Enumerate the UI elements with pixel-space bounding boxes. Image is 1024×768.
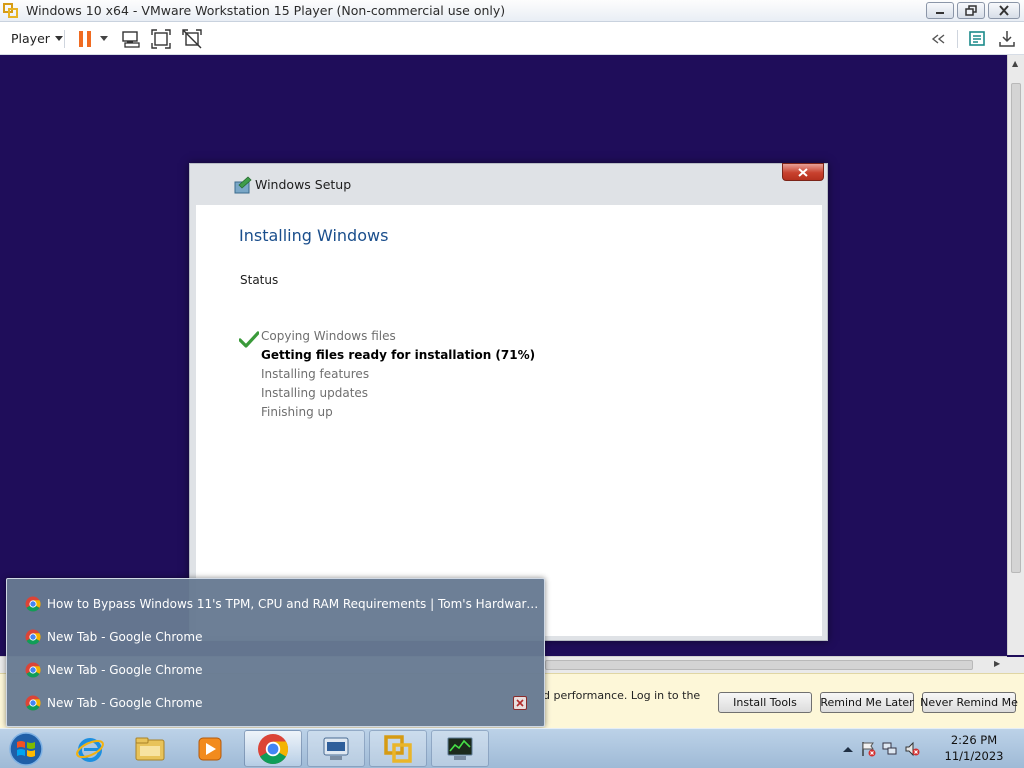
on-screen-keyboard-icon [323, 737, 349, 760]
unity-button[interactable] [182, 29, 202, 49]
chrome-icon [25, 695, 41, 711]
never-remind-me-button[interactable]: Never Remind Me [920, 692, 1018, 713]
taskbar-vmware-player[interactable] [369, 730, 427, 767]
vertical-scroll-thumb[interactable] [1011, 83, 1021, 573]
popup-close-button[interactable] [513, 696, 527, 710]
vm-display[interactable]: Windows Setup Installing Windows Status … [0, 55, 1007, 655]
clock-date: 11/1/2023 [944, 749, 1004, 763]
popup-item-label: How to Bypass Windows 11's TPM, CPU and … [47, 597, 540, 611]
system-tray [842, 735, 920, 763]
minimize-icon [936, 11, 944, 14]
setup-app-icon [234, 176, 252, 194]
restore-icon [965, 5, 977, 16]
media-player-icon [198, 737, 222, 760]
setup-title: Windows Setup [255, 177, 352, 192]
popup-item-new-tab[interactable]: New Tab - Google Chrome [25, 626, 540, 648]
pause-button[interactable] [75, 29, 95, 49]
popup-item-new-tab[interactable]: New Tab - Google Chrome [25, 659, 540, 681]
taskbar-internet-explorer[interactable] [61, 730, 119, 767]
toolbar-separator [64, 30, 65, 48]
status-label: Status [240, 273, 279, 287]
tools-message: d performance. Log in to the [543, 689, 701, 702]
pause-icon [79, 31, 91, 47]
step-installing-updates: Installing updates [261, 386, 369, 400]
step-finishing-up: Finishing up [261, 405, 333, 419]
step-getting-files-ready: Getting files ready for installation (71… [261, 348, 536, 362]
scrollbar-corner [1007, 657, 1024, 674]
vmware-title-bar: Windows 10 x64 - VMware Workstation 15 P… [0, 0, 1024, 22]
chrome-icon [25, 629, 41, 645]
start-button[interactable] [6, 730, 46, 768]
setup-heading: Installing Windows [239, 226, 389, 245]
send-ctrl-alt-del-icon [122, 31, 140, 48]
collapse-toolbar-button[interactable] [928, 29, 948, 49]
action-center-flag-icon[interactable] [860, 741, 876, 757]
close-icon [999, 5, 1009, 16]
host-taskbar: 2:26 PM 11/1/2023 [0, 728, 1024, 768]
popup-item-label: New Tab - Google Chrome [47, 663, 203, 677]
file-explorer-icon [135, 737, 165, 760]
speaker-muted-icon[interactable] [904, 741, 920, 757]
fullscreen-icon [151, 29, 171, 49]
clock-time: 2:26 PM [950, 733, 998, 747]
close-icon [798, 167, 808, 177]
taskbar-google-chrome[interactable] [244, 730, 302, 767]
chrome-window-list-popup: How to Bypass Windows 11's TPM, CPU and … [6, 578, 545, 727]
pause-dropdown[interactable] [97, 29, 111, 49]
unity-icon [182, 29, 202, 49]
install-tools-button[interactable]: Install Tools [718, 692, 812, 713]
checkmark-icon [239, 331, 259, 348]
taskbar-task-manager[interactable] [431, 730, 489, 767]
toolbar-separator [957, 30, 958, 48]
download-button[interactable] [997, 29, 1017, 49]
download-icon [999, 31, 1015, 47]
close-button[interactable] [988, 2, 1020, 19]
restore-button[interactable] [957, 2, 985, 19]
chrome-icon [25, 662, 41, 678]
chrome-icon [258, 733, 289, 764]
taskbar-file-explorer[interactable] [121, 730, 179, 767]
taskbar-media-player[interactable] [181, 730, 239, 767]
vmware-icon [384, 734, 412, 763]
notes-icon [969, 31, 985, 46]
horizontal-scroll-thumb[interactable] [545, 660, 973, 670]
vmware-toolbar: Player [0, 22, 1024, 55]
task-manager-icon [447, 737, 473, 760]
setup-content: Installing Windows Status Copying Window… [196, 205, 822, 636]
show-hidden-icons-icon[interactable] [842, 744, 854, 754]
taskbar-clock[interactable]: 2:26 PM 11/1/2023 [932, 732, 1016, 764]
collapse-icon [931, 34, 945, 44]
player-menu-label: Player [11, 31, 50, 46]
scroll-up-icon[interactable]: ▲ [1012, 59, 1018, 68]
popup-item-label: New Tab - Google Chrome [47, 696, 203, 710]
notes-button[interactable] [967, 29, 987, 49]
fullscreen-button[interactable] [151, 29, 171, 49]
window-title: Windows 10 x64 - VMware Workstation 15 P… [26, 3, 506, 18]
minimize-button[interactable] [926, 2, 954, 19]
popup-item-toms-hardware[interactable]: How to Bypass Windows 11's TPM, CPU and … [25, 593, 540, 615]
windows-setup-dialog: Windows Setup Installing Windows Status … [189, 163, 828, 641]
close-icon [516, 699, 524, 707]
vertical-scrollbar[interactable]: ▲ [1007, 55, 1024, 655]
chevron-down-icon [54, 35, 63, 41]
chevron-down-icon [100, 36, 108, 41]
taskbar-on-screen-keyboard[interactable] [307, 730, 365, 767]
vmware-app-icon [3, 3, 18, 18]
setup-close-button[interactable] [782, 163, 824, 181]
scroll-right-icon[interactable]: ▶ [994, 659, 1000, 668]
popup-item-new-tab[interactable]: New Tab - Google Chrome [25, 692, 505, 714]
setup-caption-bar: Windows Setup [190, 164, 827, 204]
step-copying-files: Copying Windows files [261, 329, 396, 343]
step-installing-features: Installing features [261, 367, 370, 381]
chrome-icon [25, 596, 41, 612]
internet-explorer-icon [76, 737, 104, 762]
send-ctrl-alt-del-button[interactable] [121, 29, 141, 49]
network-icon[interactable] [882, 741, 898, 757]
remind-me-later-button[interactable]: Remind Me Later [820, 692, 914, 713]
windows-logo-icon [9, 732, 43, 766]
player-menu[interactable]: Player [11, 31, 63, 46]
popup-item-label: New Tab - Google Chrome [47, 630, 203, 644]
